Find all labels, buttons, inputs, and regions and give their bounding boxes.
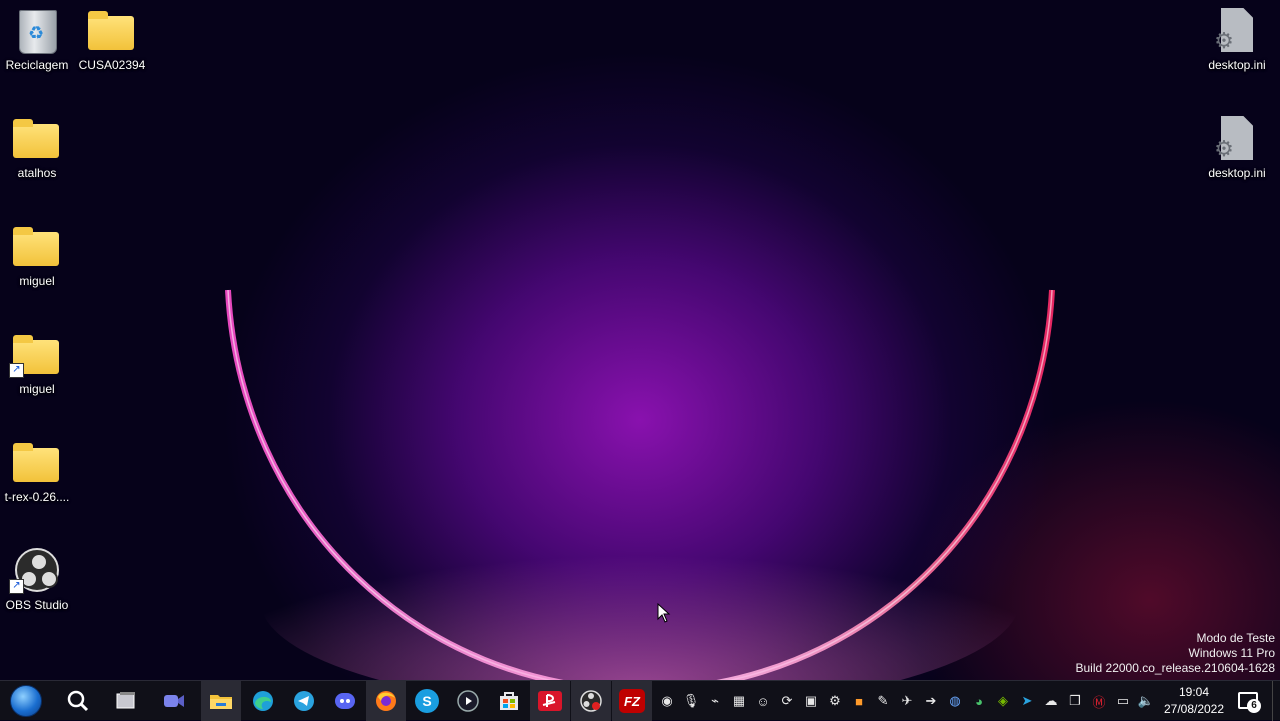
desktop-icon-folder[interactable]: t-rex-0.26.... bbox=[1, 440, 73, 504]
display-icon[interactable]: ▭ bbox=[1111, 681, 1135, 721]
playstation-button[interactable] bbox=[530, 681, 570, 721]
chrome-icon[interactable]: ◕ bbox=[967, 681, 991, 721]
desktop-icon-label: OBS Studio bbox=[5, 598, 69, 612]
telegram-icon bbox=[294, 691, 314, 711]
desktop-icon-settings-file[interactable]: ⚙ desktop.ini bbox=[1201, 8, 1273, 72]
skype-button[interactable]: S bbox=[407, 681, 447, 721]
desktop-wallpaper bbox=[0, 0, 1280, 680]
discord-tray-icon[interactable]: ☺ bbox=[751, 681, 775, 721]
watermark-line: Modo de Teste bbox=[1196, 631, 1276, 645]
desktop-icon-folder-shortcut[interactable]: ↗ miguel bbox=[1, 332, 73, 396]
plane-icon[interactable]: ✈ bbox=[895, 681, 919, 721]
desktop-icon-label: Reciclagem bbox=[5, 58, 69, 72]
windows-orb-icon bbox=[10, 685, 42, 717]
obs-button[interactable] bbox=[571, 681, 611, 721]
teams-chat-button[interactable] bbox=[154, 681, 194, 721]
sync-icon[interactable]: ⟳ bbox=[775, 681, 799, 721]
folder-icon bbox=[13, 443, 59, 482]
desktop-icon-label: desktop.ini bbox=[1208, 166, 1266, 180]
desktop-icon-label: desktop.ini bbox=[1208, 58, 1266, 72]
search-button[interactable] bbox=[58, 681, 98, 721]
app-orange-icon[interactable]: ■ bbox=[847, 681, 871, 721]
folder-icon bbox=[88, 11, 134, 50]
edge-icon bbox=[253, 691, 273, 711]
firefox-button[interactable] bbox=[366, 681, 406, 721]
desktop-icon-label: CUSA02394 bbox=[78, 58, 146, 72]
gear-icon: ⚙ bbox=[1214, 136, 1234, 161]
task-view-icon bbox=[116, 692, 135, 709]
folder-icon bbox=[210, 695, 232, 709]
gear-icon: ⚙ bbox=[1214, 28, 1234, 53]
discord-button[interactable] bbox=[325, 681, 365, 721]
arrow-circle-icon[interactable]: ➔ bbox=[919, 681, 943, 721]
edge-button[interactable] bbox=[243, 681, 283, 721]
discord-icon bbox=[335, 693, 355, 709]
skype-icon: S bbox=[415, 689, 439, 713]
taskbar: S FZ ◉ 🎙 ⌁ ▦ ☺ ⟳ ▣ ⚙ ■ ✎ ✈ ➔ ◍ ◕ ◈ ➤ ☁ ❐… bbox=[0, 680, 1280, 721]
recycle-bin-icon: ♻ bbox=[19, 10, 57, 54]
store-icon bbox=[500, 692, 518, 710]
obs-icon bbox=[580, 690, 602, 712]
telegram-button[interactable] bbox=[284, 681, 324, 721]
desktop-icon-folder[interactable]: atalhos bbox=[1, 116, 73, 180]
copy-icon[interactable]: ❐ bbox=[1063, 681, 1087, 721]
desktop-icon-folder[interactable]: miguel bbox=[1, 224, 73, 288]
play-icon bbox=[457, 690, 479, 712]
desktop-icon-label: miguel bbox=[19, 382, 55, 396]
task-view-button[interactable] bbox=[106, 681, 146, 721]
filezilla-button[interactable]: FZ bbox=[612, 681, 652, 721]
volume-icon[interactable]: 🔈 bbox=[1134, 681, 1158, 721]
shortcut-arrow-icon: ↗ bbox=[9, 579, 24, 594]
obs-tray-icon[interactable]: ◉ bbox=[655, 681, 679, 721]
watermark-line: Windows 11 Pro bbox=[1188, 646, 1275, 660]
media-player-button[interactable] bbox=[448, 681, 488, 721]
notification-center-button[interactable]: 6 bbox=[1236, 689, 1262, 713]
desktop-icon-recycle-bin[interactable]: ♻ Reciclagem bbox=[1, 8, 73, 72]
firefox-icon bbox=[376, 691, 396, 711]
teams-tray-icon[interactable]: ▣ bbox=[799, 681, 823, 721]
folder-icon bbox=[13, 119, 59, 158]
steam-icon[interactable]: ⚙ bbox=[823, 681, 847, 721]
folder-icon bbox=[13, 227, 59, 266]
clock-time: 19:04 bbox=[1178, 685, 1210, 699]
telegram-tray-icon[interactable]: ➤ bbox=[1015, 681, 1039, 721]
file-explorer-button[interactable] bbox=[201, 681, 241, 721]
desktop-icon-settings-file[interactable]: ⚙ desktop.ini bbox=[1201, 116, 1273, 180]
vpn-icon[interactable]: ◍ bbox=[943, 681, 967, 721]
filezilla-icon: FZ bbox=[619, 689, 645, 713]
watermark-line: Build 22000.co_release.210604-1628 bbox=[1075, 661, 1276, 675]
desktop-icon-folder[interactable]: CUSA02394 bbox=[76, 8, 148, 72]
cloud-off-icon[interactable]: ☁ bbox=[1039, 681, 1063, 721]
clock-date: 27/08/2022 bbox=[1163, 702, 1225, 716]
taskbar-clock[interactable]: 19:04 27/08/2022 bbox=[1156, 684, 1232, 718]
usb-icon[interactable]: ⌁ bbox=[703, 681, 727, 721]
desktop-icon-label: t-rex-0.26.... bbox=[4, 490, 70, 504]
store-button[interactable] bbox=[489, 681, 529, 721]
start-button[interactable] bbox=[6, 681, 46, 721]
nvidia-icon[interactable]: ◈ bbox=[991, 681, 1015, 721]
activation-watermark: Modo de Teste Windows 11 Pro Build 22000… bbox=[1076, 631, 1276, 676]
search-icon bbox=[67, 690, 89, 712]
app-tray-icon[interactable]: ▦ bbox=[727, 681, 751, 721]
video-chat-icon bbox=[164, 695, 184, 707]
shortcut-arrow-icon: ↗ bbox=[9, 363, 24, 378]
desktop-icon-obs-studio[interactable]: ↗ OBS Studio bbox=[1, 548, 73, 612]
desktop-icon-label: atalhos bbox=[17, 166, 57, 180]
microphone-icon[interactable]: 🎙 bbox=[679, 681, 703, 721]
wallpaper-bloom bbox=[225, 289, 1055, 680]
show-desktop-button[interactable] bbox=[1272, 681, 1280, 721]
desktop-icon-label: miguel bbox=[19, 274, 55, 288]
playstation-icon bbox=[538, 691, 562, 711]
feather-icon[interactable]: ✎ bbox=[871, 681, 895, 721]
notification-count-badge: 6 bbox=[1247, 699, 1261, 713]
mega-icon[interactable]: Ⓜ bbox=[1087, 681, 1111, 721]
